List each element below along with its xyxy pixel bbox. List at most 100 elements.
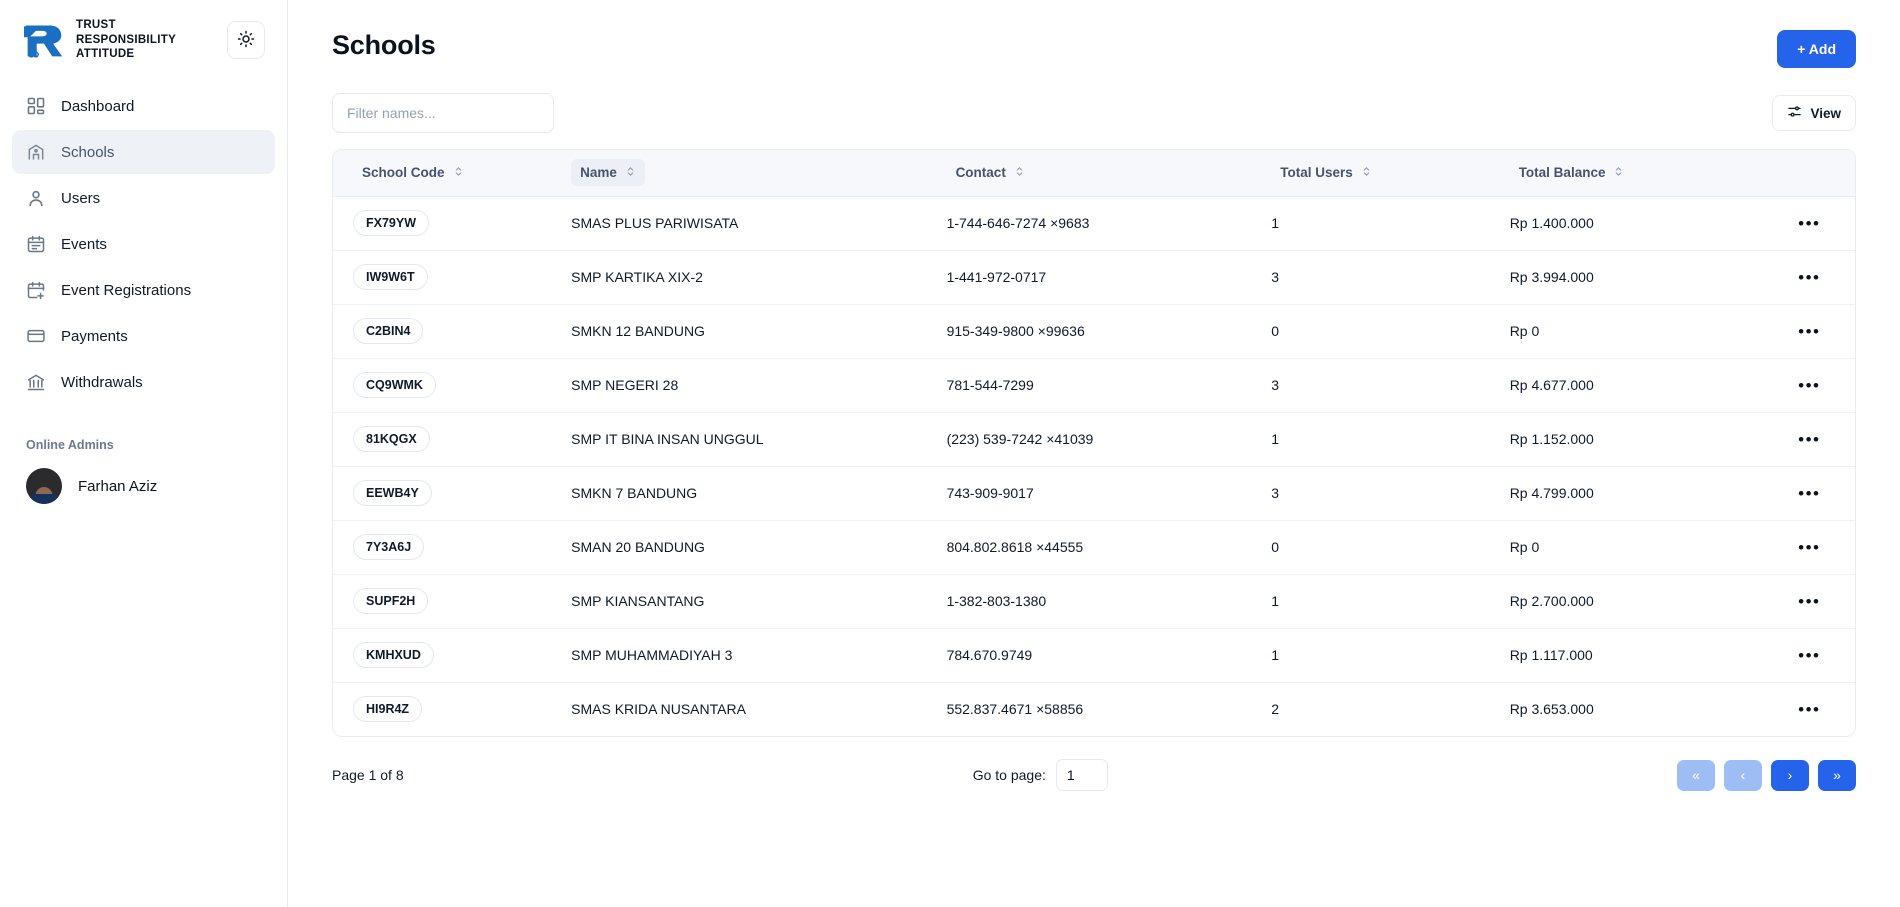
cell-actions: ••• [1763,520,1855,575]
row-actions-button[interactable]: ••• [1793,585,1825,617]
cell-name: SMKN 12 BANDUNG [551,304,927,359]
row-actions-button[interactable]: ••• [1793,693,1825,725]
table-row[interactable]: IW9W6T SMP KARTIKA XIX-2 1-441-972-0717 3 Rp… [333,250,1855,305]
school-total-users: 2 [1271,701,1280,718]
school-code-badge: CQ9WMK [353,372,436,398]
row-actions-button[interactable]: ••• [1793,477,1825,509]
sidebar-item-label: Schools [61,143,115,161]
school-name: SMP KIANSANTANG [571,593,705,609]
cell-contact: 804.802.8618 ×44555 [926,520,1252,575]
school-total-users: 1 [1271,215,1280,231]
calendar-plus-icon [26,280,47,301]
school-total-users: 1 [1271,593,1280,609]
page-title: Schools [332,30,436,60]
bank-icon [26,372,47,393]
school-total-users: 1 [1271,647,1280,663]
table-row[interactable]: SUPF2H SMP KIANSANTANG 1-382-803-1380 1 Rp 2… [333,574,1855,629]
school-contact: 1-441-972-0717 [946,269,1047,285]
table-row[interactable]: KMHXUD SMP MUHAMMADIYAH 3 784.670.9749 1 Rp … [333,628,1855,683]
view-options-label: View [1810,105,1841,121]
school-name: SMAN 20 BANDUNG [571,539,705,555]
sun-icon [237,30,255,51]
cell-total-balance: Rp 1.400.000 [1489,196,1764,251]
school-contact: (223) 539-7242 ×41039 [946,431,1094,447]
cell-contact: 743-909-9017 [926,466,1252,521]
cell-contact: 781-544-7299 [926,358,1252,413]
avatar [26,468,62,505]
user-icon [26,188,47,209]
table-row[interactable]: 81KQGX SMP IT BINA INSAN UNGGUL (223) 539-… [333,412,1855,467]
cell-total-users: 1 [1251,628,1490,683]
cell-actions: ••• [1763,574,1855,629]
column-header-total-balance[interactable]: Total Balance [1489,150,1764,197]
cell-actions: ••• [1763,628,1855,683]
row-actions-button[interactable]: ••• [1793,369,1825,401]
row-actions-button[interactable]: ••• [1793,639,1825,671]
table-row[interactable]: 7Y3A6J SMAN 20 BANDUNG 804.802.8618 ×44555… [333,520,1855,575]
row-actions-button[interactable]: ••• [1793,423,1825,455]
cell-school-code: 7Y3A6J [333,520,552,575]
row-actions-button[interactable]: ••• [1793,531,1825,563]
cell-actions: ••• [1763,466,1855,521]
school-total-balance: Rp 3.653.000 [1509,701,1594,718]
column-header-total-users[interactable]: Total Users [1251,150,1490,197]
cell-total-users: 1 [1251,574,1490,629]
cell-school-code: KMHXUD [333,628,552,683]
filter-names-input[interactable] [332,93,554,133]
table-row[interactable]: EEWB4Y SMKN 7 BANDUNG 743-909-9017 3 Rp 4.79… [333,466,1855,521]
row-actions-button[interactable]: ••• [1793,207,1825,239]
sidebar-item-label: Withdrawals [61,373,143,391]
calendar-icon [26,234,47,255]
sidebar-nav: Dashboard Schools Users Events Event Reg… [0,76,287,404]
add-button[interactable]: + Add [1777,30,1856,68]
sidebar-item-withdrawals[interactable]: Withdrawals [12,360,275,404]
view-options-button[interactable]: View [1772,95,1856,131]
table-row[interactable]: FX79YW SMAS PLUS PARIWISATA 1-744-646-7274… [333,196,1855,251]
dashboard-grid-icon [26,96,47,117]
column-label: Total Users [1280,165,1353,181]
cell-name: SMP NEGERI 28 [551,358,927,413]
school-name: SMKN 12 BANDUNG [571,323,705,339]
sidebar-item-users[interactable]: Users [12,176,275,220]
sidebar-item-schools[interactable]: Schools [12,130,275,175]
column-header-contact[interactable]: Contact [926,150,1252,197]
theme-toggle-button[interactable] [227,21,265,60]
sidebar-item-events[interactable]: Events [12,222,275,266]
school-name: SMAS PLUS PARIWISATA [571,215,739,231]
last-page-button[interactable]: » [1817,759,1856,791]
cell-total-balance: Rp 1.152.000 [1489,412,1764,467]
cell-total-users: 2 [1251,682,1489,736]
column-header-name[interactable]: Name [551,150,927,197]
table-row[interactable]: HI9R4Z SMAS KRIDA NUSANTARA 552.837.4671 ×… [333,682,1855,736]
next-page-button[interactable]: › [1770,759,1809,791]
column-label: Contact [955,165,1006,181]
cell-total-balance: Rp 4.677.000 [1489,358,1764,413]
column-header-school-code[interactable]: School Code [333,150,552,197]
school-total-balance: Rp 1.400.000 [1509,215,1594,231]
sort-icon [453,165,464,180]
school-name: SMP IT BINA INSAN UNGGUL [571,431,764,447]
school-total-balance: Rp 4.677.000 [1509,377,1594,393]
sidebar-item-label: Dashboard [61,97,135,115]
table-row[interactable]: CQ9WMK SMP NEGERI 28 781-544-7299 3 Rp 4.677… [333,358,1855,413]
school-contact: 781-544-7299 [946,377,1034,393]
cell-school-code: FX79YW [333,196,552,251]
school-total-users: 3 [1271,377,1280,393]
online-admin-item[interactable]: Farhan Aziz [0,462,287,510]
table-row[interactable]: C2BIN4 SMKN 12 BANDUNG 915-349-9800 ×99636… [333,304,1855,359]
row-actions-button[interactable]: ••• [1793,261,1825,293]
sidebar-item-dashboard[interactable]: Dashboard [12,84,275,128]
cell-school-code: CQ9WMK [333,358,552,413]
sidebar-item-payments[interactable]: Payments [12,314,275,358]
school-name: SMAS KRIDA NUSANTARA [571,701,746,718]
sidebar-item-event-registrations[interactable]: Event Registrations [12,268,275,312]
school-total-balance: Rp 0 [1509,539,1540,555]
goto-page-input[interactable] [1055,759,1108,791]
prev-page-button: ‹ [1723,759,1762,791]
goto-page-label: Go to page: [972,767,1046,783]
school-contact: 1-382-803-1380 [946,593,1047,609]
column-label: School Code [362,165,445,181]
cell-school-code: HI9R4Z [333,682,551,736]
row-actions-button[interactable]: ••• [1793,315,1825,347]
cell-name: SMP MUHAMMADIYAH 3 [551,628,927,683]
